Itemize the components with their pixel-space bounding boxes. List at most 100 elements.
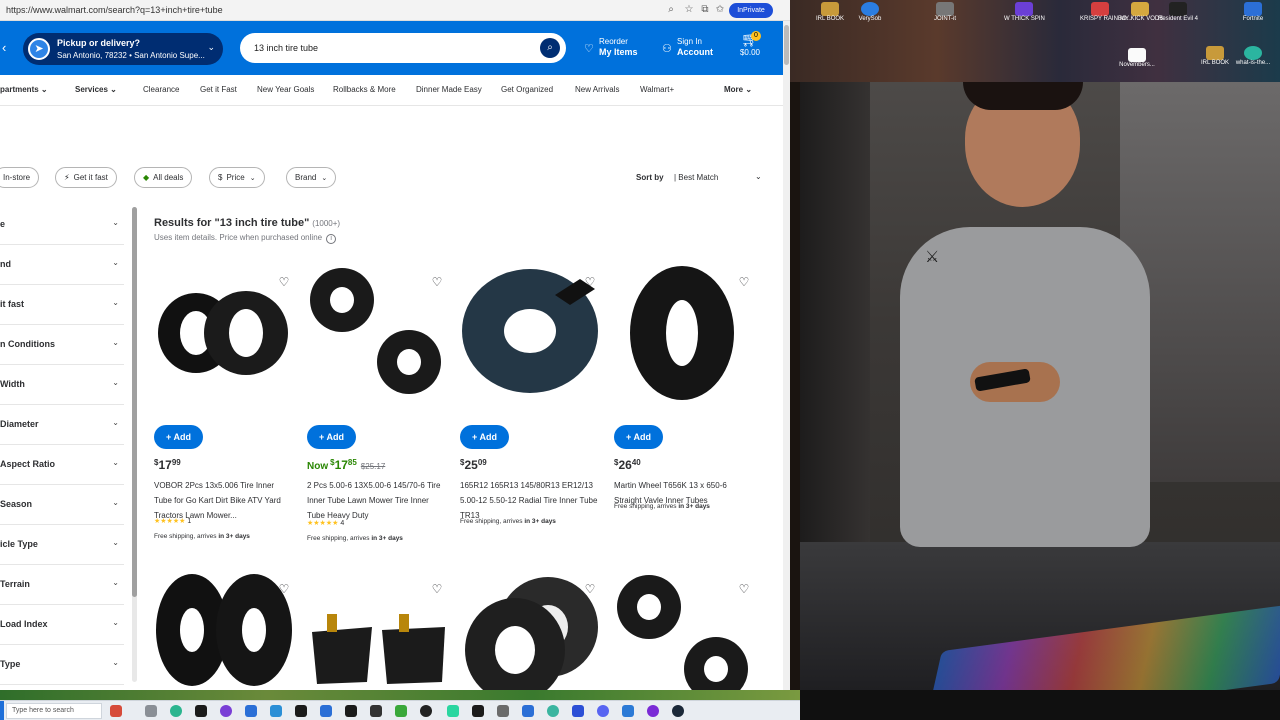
product-title[interactable]: 2 Pcs 5.00-6 13X5.00-6 145/70-6 Tire Inn…: [307, 478, 447, 523]
desktop-icon[interactable]: W THICK SPIN: [1004, 2, 1045, 23]
app-icon[interactable]: [572, 705, 584, 717]
cart-button[interactable]: 🛒︎ 0 $0.00: [735, 31, 765, 63]
chrome-icon[interactable]: [420, 705, 432, 717]
desktop-icon[interactable]: Fortnite: [1233, 2, 1273, 23]
facet-width[interactable]: Width ⌄: [0, 365, 124, 405]
scrollbar-thumb[interactable]: [132, 207, 137, 597]
favorite-heart-icon[interactable]: ♡: [737, 582, 751, 596]
add-to-cart-button[interactable]: + Add: [614, 425, 663, 449]
add-to-cart-button[interactable]: + Add: [307, 425, 356, 449]
address-bar[interactable]: https://www.walmart.com/search?q=13+inch…: [0, 0, 790, 21]
product-card[interactable]: ♡: [307, 572, 452, 690]
favorites-bar-icon[interactable]: ✩: [713, 3, 727, 17]
app-icon[interactable]: [647, 705, 659, 717]
product-card[interactable]: ♡: [460, 572, 605, 690]
facet-season[interactable]: Season ⌄: [0, 485, 124, 525]
favorite-heart-icon[interactable]: ♡: [277, 275, 291, 289]
app-icon[interactable]: [497, 705, 509, 717]
taskbar-search-input[interactable]: Type here to search: [6, 703, 102, 719]
app-icon[interactable]: [295, 705, 307, 717]
add-to-cart-button[interactable]: + Add: [154, 425, 203, 449]
product-card[interactable]: ♡ + Add $1799 VOBOR 2Pcs 13x5.006 Tire I…: [154, 265, 299, 555]
chevron-left-icon[interactable]: ‹: [2, 40, 6, 55]
filter-in-store[interactable]: In-store: [0, 167, 40, 188]
search-page-icon[interactable]: ⌕: [664, 3, 678, 17]
favorite-heart-icon[interactable]: ♡: [430, 582, 444, 596]
facet-load-index[interactable]: Load Index ⌄: [0, 605, 124, 645]
desktop-icon[interactable]: Novembers...: [1117, 48, 1157, 69]
start-icon[interactable]: [0, 701, 4, 720]
info-icon[interactable]: i: [326, 234, 337, 244]
chevron-down-icon[interactable]: ⌄: [755, 172, 762, 181]
product-title[interactable]: 165R12 165R13 145/80R13 ER12/13 5.00-12 …: [460, 478, 600, 523]
sort-dropdown[interactable]: | Best Match: [674, 173, 718, 182]
app-icon[interactable]: [270, 705, 282, 717]
news-icon[interactable]: [110, 705, 122, 717]
favorite-heart-icon[interactable]: ♡: [737, 275, 751, 289]
nav-dinner-made-easy[interactable]: Dinner Made Easy: [416, 85, 482, 94]
app-icon[interactable]: [395, 705, 407, 717]
edge-icon[interactable]: [170, 705, 182, 717]
reorder-link[interactable]: Reorder My Items: [599, 36, 638, 58]
nav-get-it-fast[interactable]: Get it Fast: [200, 85, 237, 94]
desktop-icon[interactable]: MY KICK VODS: [1120, 2, 1163, 23]
nav-walmart-plus[interactable]: Walmart+: [640, 85, 674, 94]
nav-services[interactable]: Services ⌄: [75, 85, 117, 94]
discord-icon[interactable]: [597, 705, 609, 717]
favorite-icon[interactable]: ☆: [682, 3, 696, 17]
nav-more[interactable]: More ⌄: [724, 85, 752, 94]
app-icon[interactable]: [447, 705, 459, 717]
app-icon[interactable]: [622, 705, 634, 717]
app-icon[interactable]: [345, 705, 357, 717]
favorite-heart-icon[interactable]: ♡: [583, 275, 597, 289]
desktop-icon[interactable]: what-is-the...: [1233, 46, 1273, 67]
nav-departments[interactable]: partments ⌄: [0, 85, 48, 94]
app-icon[interactable]: [220, 705, 232, 717]
favorite-heart-icon[interactable]: ♡: [277, 582, 291, 596]
desktop-icon[interactable]: KRISPY RAINBO...: [1080, 2, 1132, 23]
task-view-icon[interactable]: [145, 705, 157, 717]
search-icon[interactable]: ⌕: [540, 38, 560, 58]
nav-get-organized[interactable]: Get Organized: [501, 85, 553, 94]
filter-price[interactable]: $ Price ⌄: [209, 167, 265, 188]
pickup-delivery-button[interactable]: ➤ Pickup or delivery? San Antonio, 78232…: [23, 33, 223, 65]
product-card[interactable]: ♡ + Add $2509 165R12 165R13 145/80R13 ER…: [460, 265, 605, 555]
facet-0[interactable]: e ⌄: [0, 205, 124, 245]
app-icon[interactable]: [472, 705, 484, 717]
app-icon[interactable]: [195, 705, 207, 717]
app-icon[interactable]: [370, 705, 382, 717]
facet-brand[interactable]: nd ⌄: [0, 245, 124, 285]
steam-icon[interactable]: [672, 705, 684, 717]
address-url[interactable]: https://www.walmart.com/search?q=13+inch…: [6, 3, 656, 18]
desktop-icon[interactable]: Resident Evil 4: [1158, 2, 1198, 23]
product-card[interactable]: ♡: [614, 572, 759, 690]
filter-get-it-fast[interactable]: ⚡︎ Get it fast: [55, 167, 117, 188]
product-card[interactable]: ♡ + Add Now $1785 $25.17 2 Pcs 5.00-6 13X5…: [307, 265, 452, 555]
facet-terrain[interactable]: Terrain ⌄: [0, 565, 124, 605]
desktop-icon[interactable]: IRL BOOK: [1195, 46, 1235, 67]
product-card[interactable]: ♡: [154, 572, 299, 690]
add-to-cart-button[interactable]: + Add: [460, 425, 509, 449]
nav-new-arrivals[interactable]: New Arrivals: [575, 85, 619, 94]
extensions-icon[interactable]: ⧉: [698, 3, 712, 17]
account-link[interactable]: Sign In Account: [677, 36, 713, 58]
app-icon[interactable]: [245, 705, 257, 717]
desktop-icon[interactable]: VerySob: [850, 2, 890, 23]
desktop-icon[interactable]: JOINT-it: [925, 2, 965, 23]
nav-rollbacks[interactable]: Rollbacks & More: [333, 85, 396, 94]
inprivate-badge[interactable]: InPrivate: [729, 3, 773, 18]
filter-brand[interactable]: Brand ⌄: [286, 167, 337, 188]
nav-new-year-goals[interactable]: New Year Goals: [257, 85, 314, 94]
app-icon[interactable]: [547, 705, 559, 717]
nav-clearance[interactable]: Clearance: [143, 85, 179, 94]
filter-all-deals[interactable]: ◆ All deals: [134, 167, 193, 188]
desktop-icon[interactable]: IRL BOOK: [810, 2, 850, 23]
facet-diameter[interactable]: Diameter ⌄: [0, 405, 124, 445]
search-input[interactable]: [254, 39, 524, 57]
facet-aspect-ratio[interactable]: Aspect Ratio ⌄: [0, 445, 124, 485]
facet-type[interactable]: Type ⌄: [0, 645, 124, 685]
app-icon[interactable]: [522, 705, 534, 717]
page-scrollbar[interactable]: [783, 21, 790, 690]
facet-get-it-fast[interactable]: it fast ⌄: [0, 285, 124, 325]
scrollbar-thumb[interactable]: [784, 25, 789, 65]
